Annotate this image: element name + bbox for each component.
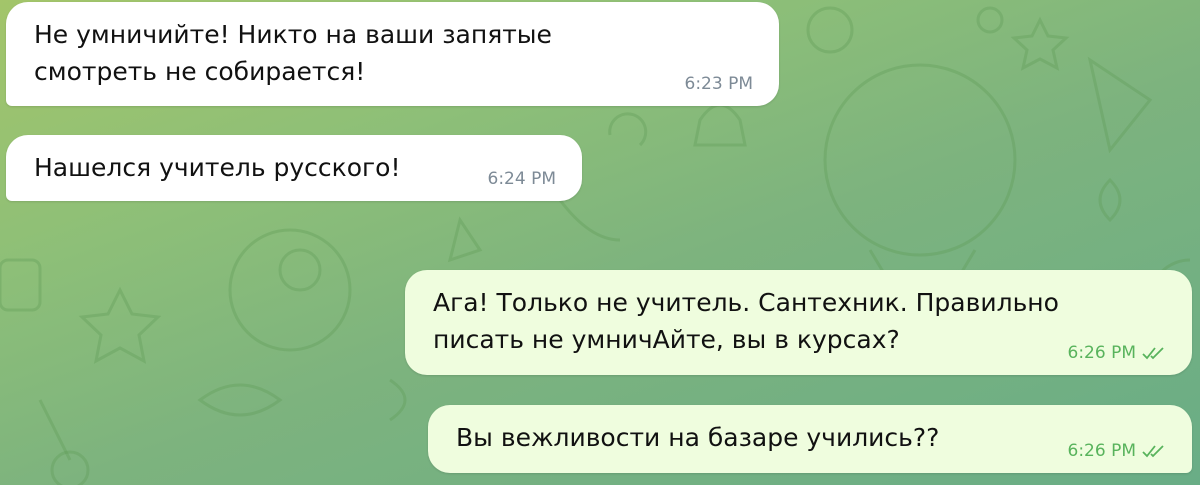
message-time: 6:26 PM — [1067, 343, 1137, 363]
message-text-line: Нашелся учитель русского! — [34, 153, 401, 182]
message-time: 6:24 PM — [487, 169, 557, 189]
message-incoming-1[interactable]: Не умничийте! Никто на ваши запятые смот… — [6, 2, 779, 106]
message-time: 6:26 PM — [1067, 441, 1137, 461]
double-check-icon — [1142, 445, 1164, 458]
message-outgoing-2[interactable]: Вы вежливости на базаре учились?? 6:26 P… — [428, 405, 1192, 473]
message-incoming-2[interactable]: Нашелся учитель русского! 6:24 PM — [6, 135, 582, 201]
message-timestamp: 6:26 PM — [1068, 441, 1167, 461]
message-timestamp: 6:24 PM — [488, 169, 557, 189]
message-text-line: смотреть не собирается! — [34, 57, 366, 86]
message-time: 6:23 PM — [684, 74, 754, 94]
message-text-line: писать не умничАйте, вы в курсах? — [433, 325, 900, 354]
message-text-line: Не умничийте! Никто на ваши запятые — [34, 20, 552, 49]
message-outgoing-1[interactable]: Ага! Только не учитель. Сантехник. Прави… — [405, 270, 1192, 375]
message-text-line: Вы вежливости на базаре учились?? — [456, 423, 940, 452]
double-check-icon — [1142, 347, 1164, 360]
message-timestamp: 6:23 PM — [685, 74, 754, 94]
message-timestamp: 6:26 PM — [1068, 343, 1167, 363]
message-text-line: Ага! Только не учитель. Сантехник. Прави… — [433, 288, 1059, 317]
